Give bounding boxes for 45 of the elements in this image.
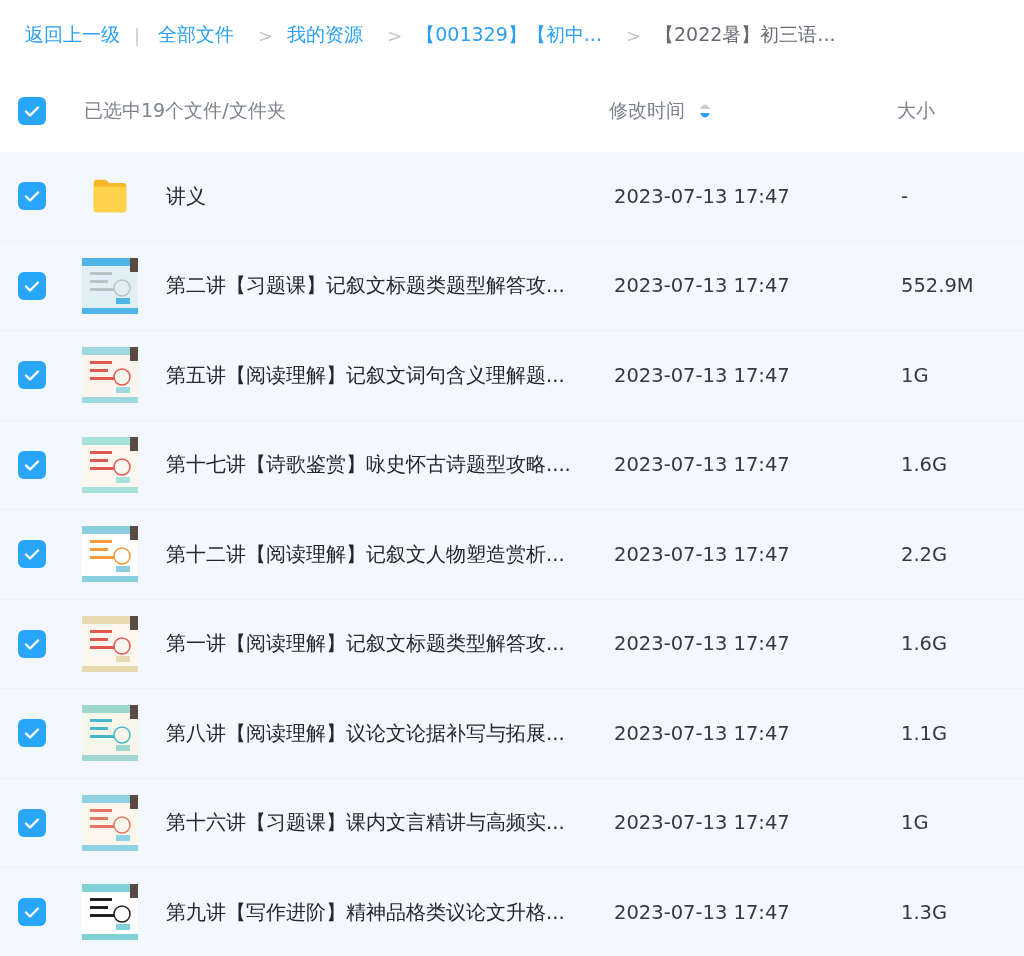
checkbox[interactable] (18, 898, 46, 927)
file-name[interactable]: 第十二讲【阅读理解】记叙文人物塑造赏析... (166, 540, 614, 568)
file-name[interactable]: 第九讲【写作进阶】精神品格类议论文升格... (166, 898, 614, 926)
file-size: 1.1G (901, 721, 948, 745)
modified-time: 2023-07-13 17:47 (614, 721, 791, 745)
column-header[interactable]: 修改时间 (609, 98, 685, 124)
modified-time: 2023-07-13 17:47 (614, 184, 791, 208)
selection-count: 已选中19个文件/文件夹 (84, 98, 287, 123)
checkbox[interactable] (18, 271, 46, 300)
file-size: 1.3G (901, 900, 948, 924)
modified-time: 2023-07-13 17:47 (614, 363, 791, 387)
file-name[interactable]: 讲义 (166, 182, 614, 210)
checkbox[interactable] (18, 361, 46, 390)
checkbox[interactable] (18, 540, 46, 569)
file-size: 1.6G (901, 632, 948, 656)
modified-time: 2023-07-13 17:47 (614, 900, 791, 924)
separator-text: > (258, 24, 274, 46)
modified-time: 2023-07-13 17:47 (614, 632, 791, 656)
modified-time: 2023-07-13 17:47 (614, 811, 791, 835)
checkbox[interactable] (18, 182, 46, 211)
file-size: 2.2G (901, 542, 948, 566)
file-size: 552.9M (901, 274, 974, 298)
column-header[interactable]: 大小 (897, 98, 935, 124)
file-name[interactable]: 第十七讲【诗歌鉴赏】咏史怀古诗题型攻略.... (166, 451, 614, 479)
file-name[interactable]: 第十六讲【习题课】课内文言精讲与高频实... (166, 809, 614, 837)
checkbox[interactable] (18, 450, 46, 479)
checkbox[interactable] (18, 629, 46, 658)
checkbox[interactable] (18, 719, 46, 748)
file-name[interactable]: 第五讲【阅读理解】记叙文词句含义理解题... (166, 361, 614, 389)
separator-text: > (625, 24, 641, 46)
modified-time: 2023-07-13 17:47 (614, 542, 791, 566)
modified-time: 2023-07-13 17:47 (614, 274, 791, 298)
file-size: - (901, 184, 909, 208)
checkbox[interactable] (18, 808, 46, 837)
file-size: 1G (901, 811, 929, 835)
file-name[interactable]: 第一讲【阅读理解】记叙文标题类型解答攻... (166, 630, 614, 658)
file-name[interactable]: 第八讲【阅读理解】议论文论据补写与拓展... (166, 719, 614, 747)
separator-text: > (387, 24, 403, 46)
file-size: 1G (901, 363, 929, 387)
modified-time: 2023-07-13 17:47 (614, 453, 791, 477)
checkbox[interactable] (18, 97, 46, 125)
divider-text: | (134, 24, 141, 46)
breadcrumb-item[interactable]: 【2022暑】初三语... (655, 22, 836, 48)
file-size: 1.6G (901, 453, 948, 477)
file-name[interactable]: 第二讲【习题课】记叙文标题类题型解答攻... (166, 272, 614, 300)
